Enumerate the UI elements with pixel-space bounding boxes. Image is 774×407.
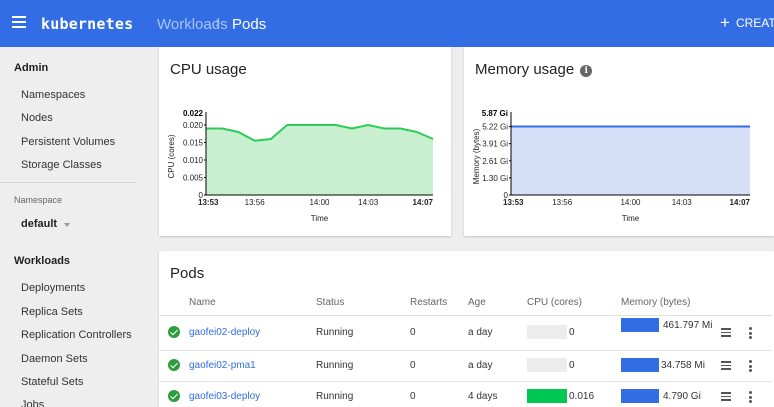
x-tick-label: 13:53 (503, 198, 524, 207)
x-tick-label: 14:07 (730, 198, 751, 207)
table-header-divider (159, 315, 772, 316)
y-tick-label: 0.020 (183, 121, 204, 130)
y-max-label: 0.022 (183, 109, 204, 118)
pod-cpu: 0 (569, 360, 575, 371)
pod-restarts: 0 (410, 360, 416, 371)
pod-cpu: 0 (569, 327, 575, 338)
pods-card-title: Pods (170, 265, 205, 282)
logs-icon[interactable] (721, 392, 731, 401)
area-fill (511, 126, 750, 195)
row-divider (159, 350, 772, 351)
create-button[interactable]: + CREATE (720, 13, 774, 32)
sidebar-item-replication-controllers[interactable]: Replication Controllers (21, 329, 132, 341)
pod-name-link[interactable]: gaofei03-deploy (189, 391, 260, 402)
pod-age: a day (468, 327, 493, 338)
x-tick-label: 14:00 (620, 198, 641, 207)
y-tick-label: 2.61 Gi (482, 157, 508, 166)
col-header-name[interactable]: Name (189, 297, 216, 308)
sidebar-divider (0, 182, 137, 183)
memory-usage-chart: 01.30 Gi2.61 Gi3.91 Gi5.22 Gi5.87 Gi13:5… (472, 109, 751, 223)
pod-name-link[interactable]: gaofei02-deploy (189, 327, 260, 338)
pod-status: Running (316, 327, 354, 338)
sidebar-item-daemon-sets[interactable]: Daemon Sets (21, 353, 88, 365)
memory-usage-card: Memory usage i 0 1.30 Gi 2.61 Gi 3.91 Gi 5.22… (464, 47, 774, 236)
sidebar-item-stateful-sets[interactable]: Stateful Sets (21, 376, 83, 388)
x-tick-label: 13:53 (198, 198, 219, 207)
more-vert-icon[interactable] (749, 327, 752, 339)
cpu-sparkline (527, 358, 567, 372)
memory-sparkline (621, 318, 659, 332)
create-label: CREATE (735, 16, 774, 30)
area-fill (206, 125, 433, 195)
y-tick-label: 5.22 Gi (482, 123, 508, 132)
top-bar: kubernetes Workloads › Pods + CREATE (0, 0, 774, 47)
pod-memory-value: 4.790 Gi (663, 391, 701, 402)
pod-memory-value: 461.797 Mi (663, 320, 713, 331)
sidebar-item-nodes[interactable]: Nodes (21, 112, 53, 124)
cpu-sparkline (527, 325, 567, 339)
logs-icon[interactable] (721, 328, 731, 337)
y-tick-label: 0.015 (183, 139, 204, 148)
hamburger-menu-icon[interactable] (12, 16, 26, 28)
nav-section-admin[interactable]: Admin (14, 62, 48, 74)
y-max-label: 5.87 Gi (482, 109, 508, 118)
x-tick-label: 14:00 (309, 198, 330, 207)
x-axis-label: Time (311, 214, 329, 223)
breadcrumb-pods: Pods (232, 16, 267, 33)
sidebar-item-jobs[interactable]: Jobs (21, 399, 44, 407)
sidebar-item-replica-sets[interactable]: Replica Sets (21, 306, 83, 318)
x-tick-label: 14:07 (413, 198, 434, 207)
cpu-usage-chart: 00.0050.0100.0150.0200.02213:53 13:56 14:0… (167, 109, 434, 223)
x-tick-label: 13:56 (552, 198, 573, 207)
x-axis-label: Time (622, 214, 640, 223)
status-ok-icon (168, 359, 180, 371)
pod-age: a day (468, 360, 493, 371)
y-tick-label: 3.91 Gi (482, 140, 508, 149)
app-logo[interactable]: kubernetes (41, 15, 133, 33)
col-header-status[interactable]: Status (316, 297, 344, 308)
col-header-cpu[interactable]: CPU (cores) (527, 297, 582, 308)
pod-status: Running (316, 360, 354, 371)
memory-sparkline (621, 389, 659, 403)
y-axis-label: Memory (bytes) (472, 128, 481, 184)
more-vert-icon[interactable] (749, 391, 752, 403)
pod-restarts: 0 (410, 327, 416, 338)
pod-memory-value: 34.758 Mi (661, 360, 705, 371)
col-header-memory[interactable]: Memory (bytes) (621, 297, 690, 308)
cpu-sparkline (527, 389, 567, 403)
pod-name-link[interactable]: gaofei02-pma1 (189, 360, 256, 371)
y-tick-label: 1.30 Gi (482, 174, 508, 183)
x-tick-label: 14:03 (672, 198, 693, 207)
dropdown-arrow-icon[interactable] (64, 223, 70, 227)
plus-icon: + (720, 13, 730, 32)
memory-sparkline (621, 358, 659, 372)
col-header-restarts[interactable]: Restarts (410, 297, 447, 308)
pod-restarts: 0 (410, 391, 416, 402)
pod-age: 4 days (468, 391, 498, 402)
col-header-age[interactable]: Age (468, 297, 486, 308)
sidebar: Admin Namespaces Nodes Persistent Volume… (0, 47, 148, 407)
more-vert-icon[interactable] (749, 360, 752, 372)
x-tick-label: 13:56 (245, 198, 266, 207)
sidebar-item-deployments[interactable]: Deployments (21, 282, 85, 294)
breadcrumb-chevron-icon: › (215, 14, 221, 31)
x-tick-label: 14:03 (358, 198, 379, 207)
sidebar-item-storage-classes[interactable]: Storage Classes (21, 159, 102, 171)
row-divider (159, 381, 772, 382)
sidebar-item-namespaces[interactable]: Namespaces (21, 89, 85, 101)
nav-section-workloads[interactable]: Workloads (14, 255, 70, 267)
y-axis-label: CPU (cores) (167, 134, 176, 178)
y-tick-label: 0.005 (183, 174, 204, 183)
pod-cpu: 0.016 (569, 391, 595, 402)
status-ok-icon (168, 390, 180, 402)
cpu-usage-card: CPU usage 0 0.005 0.010 0.015 0.020 0.022 13:5… (159, 47, 451, 236)
pod-status: Running (316, 391, 354, 402)
status-ok-icon (168, 326, 180, 338)
logs-icon[interactable] (721, 361, 731, 370)
y-tick-label: 0.010 (183, 156, 204, 165)
sidebar-item-persistent-volumes[interactable]: Persistent Volumes (21, 136, 115, 148)
namespace-label: Namespace (14, 195, 63, 205)
